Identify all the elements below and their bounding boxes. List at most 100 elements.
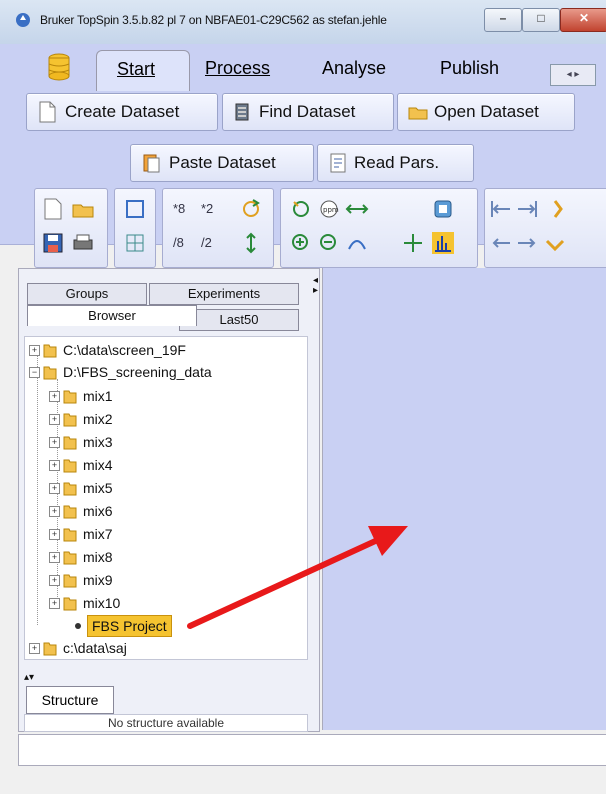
folder-icon <box>63 390 77 404</box>
folder-icon <box>43 344 57 358</box>
first-icon[interactable] <box>489 197 513 221</box>
expand-icon[interactable]: + <box>49 598 60 609</box>
left-arrow-icon[interactable] <box>489 231 513 255</box>
toolbar-group-scale: *8 *2 /8 /2 <box>162 188 274 268</box>
ppm-icon[interactable]: ppm <box>317 197 341 221</box>
scale-down-2[interactable]: /2 <box>201 235 212 250</box>
scale-up-8[interactable]: *8 <box>173 201 185 216</box>
svg-text:ppm: ppm <box>323 206 339 214</box>
vertical-scale-icon[interactable] <box>239 231 263 255</box>
tree-node-label: c:\data\saj <box>63 640 127 656</box>
tab-start[interactable]: Start <box>96 50 190 91</box>
create-dataset-button[interactable]: Create Dataset <box>26 93 218 131</box>
zoom-out-icon[interactable] <box>317 231 341 255</box>
expand-icon[interactable]: + <box>49 414 60 425</box>
folder-icon <box>63 597 77 611</box>
close-button[interactable]: ✕ <box>560 8 606 32</box>
tree-node-label: mix10 <box>83 595 121 611</box>
folder-icon <box>63 551 77 565</box>
folder-icon <box>63 482 77 496</box>
expand-icon[interactable]: + <box>49 575 60 586</box>
shift-down-icon[interactable] <box>543 231 567 255</box>
tab-experiments[interactable]: Experiments <box>149 283 299 305</box>
tab-structure[interactable]: Structure <box>26 686 114 714</box>
tree-node-label: mix5 <box>83 480 113 496</box>
reset-view-icon[interactable] <box>345 231 369 255</box>
read-pars-icon <box>330 153 346 173</box>
open-folder-icon[interactable] <box>71 197 95 221</box>
database-icon[interactable] <box>40 52 78 82</box>
scale-down-8[interactable]: /8 <box>173 235 184 250</box>
open-folder-icon <box>408 107 428 120</box>
create-dataset-label: Create Dataset <box>65 102 180 121</box>
folder-icon <box>63 436 77 450</box>
folder-icon <box>63 528 77 542</box>
toolbar-group-view: ppm <box>280 188 478 268</box>
close-icon: ✕ <box>578 11 590 25</box>
maximize-button[interactable]: □ <box>522 8 560 32</box>
toolbar-group-region <box>114 188 156 268</box>
main-display-area[interactable] <box>322 268 606 730</box>
tab-last50[interactable]: Last50 <box>179 309 299 331</box>
open-dataset-button[interactable]: Open Dataset <box>397 93 575 131</box>
last-icon[interactable] <box>515 197 539 221</box>
tab-scroll-arrows[interactable]: ◂ ▸ <box>550 64 596 86</box>
paste-dataset-label: Paste Dataset <box>169 153 276 172</box>
save-icon[interactable] <box>41 231 65 255</box>
folder-icon <box>43 366 57 380</box>
folder-icon <box>43 642 57 656</box>
structure-message: No structure available <box>24 714 308 732</box>
window-title: Bruker TopSpin 3.5.b.82 pl 7 on NBFAE01-… <box>40 13 387 27</box>
zoom-in-icon[interactable] <box>289 231 313 255</box>
expand-icon[interactable]: + <box>49 552 60 563</box>
tree-node-label: mix3 <box>83 434 113 450</box>
minimize-icon: – <box>499 11 507 25</box>
tab-publish[interactable]: Publish <box>440 58 499 79</box>
tab-browser[interactable]: Browser <box>27 305 197 326</box>
expand-icon[interactable]: + <box>49 391 60 402</box>
grid-icon[interactable] <box>123 231 147 255</box>
spectrum-icon[interactable] <box>431 231 455 255</box>
expand-icon[interactable]: + <box>49 483 60 494</box>
folder-icon <box>63 574 77 588</box>
tree-node-label: mix7 <box>83 526 113 542</box>
find-dataset-label: Find Dataset <box>259 102 356 121</box>
read-pars-button[interactable]: Read Pars. <box>317 144 474 182</box>
maximize-icon: □ <box>537 11 545 25</box>
display-icon[interactable] <box>431 197 455 221</box>
collapse-icon[interactable]: − <box>29 367 40 378</box>
tree-node-label: mix1 <box>83 388 113 404</box>
open-dataset-label: Open Dataset <box>434 102 539 121</box>
expand-icon[interactable]: + <box>49 529 60 540</box>
right-arrow-icon[interactable] <box>515 231 539 255</box>
toolbar-group-file <box>34 188 108 268</box>
tab-process[interactable]: Process <box>205 58 270 79</box>
read-pars-label: Read Pars. <box>354 153 440 172</box>
folder-icon <box>63 505 77 519</box>
new-document-icon[interactable] <box>41 197 65 221</box>
tree-node-label: FBS Project <box>87 615 172 637</box>
expand-icon[interactable]: + <box>49 506 60 517</box>
tab-analyse[interactable]: Analyse <box>322 58 386 79</box>
expand-icon[interactable]: + <box>29 345 40 356</box>
folder-icon <box>63 459 77 473</box>
find-dataset-button[interactable]: Find Dataset <box>222 93 394 131</box>
region-select-icon[interactable] <box>123 197 147 221</box>
paste-dataset-button[interactable]: Paste Dataset <box>130 144 314 182</box>
structure-splitter[interactable]: ▴▾ <box>24 672 34 683</box>
expand-icon[interactable]: + <box>29 643 40 654</box>
command-line-input[interactable] <box>18 734 606 766</box>
expand-icon[interactable]: + <box>49 437 60 448</box>
tab-groups[interactable]: Groups <box>27 283 147 305</box>
project-bullet-icon <box>75 623 81 629</box>
expand-icon[interactable]: + <box>49 460 60 471</box>
scale-up-2[interactable]: *2 <box>201 201 213 216</box>
expand-horizontal-icon[interactable] <box>345 197 369 221</box>
shift-icon[interactable] <box>543 197 567 221</box>
print-icon[interactable] <box>71 231 95 255</box>
rotate-icon[interactable] <box>239 197 263 221</box>
minimize-button[interactable]: – <box>484 8 522 32</box>
find-icon <box>235 103 249 121</box>
full-range-icon[interactable] <box>401 231 425 255</box>
refresh-icon[interactable] <box>289 197 313 221</box>
